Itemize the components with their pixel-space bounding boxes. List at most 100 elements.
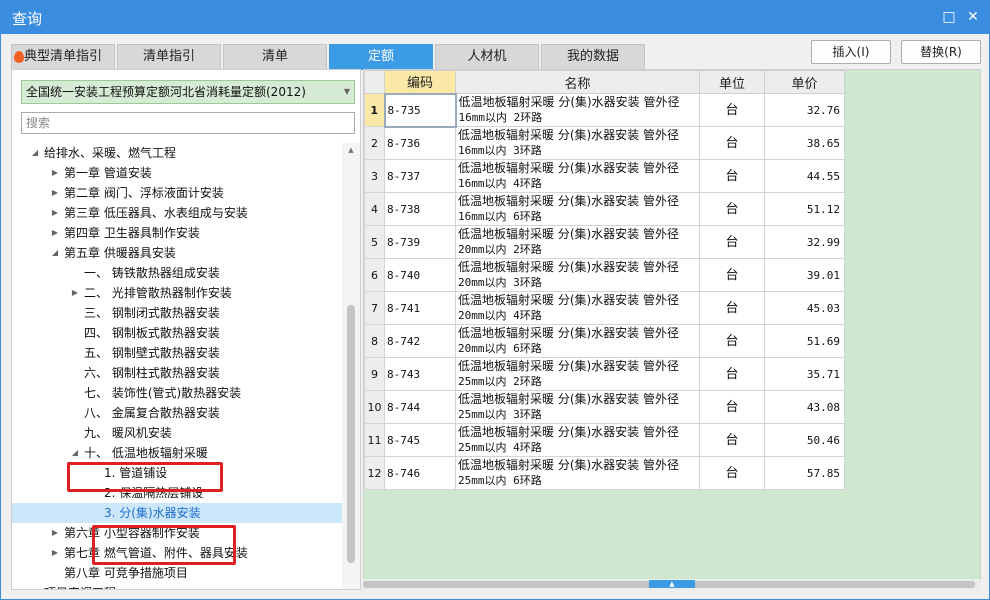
close-icon[interactable]: ✕ xyxy=(962,6,984,28)
table-row[interactable]: 2 8-736 低温地板辐射采暖 分(集)水器安装 管外径 16mm以内 3环路 台 38… xyxy=(364,126,845,160)
table-row[interactable]: 6 8-740 低温地板辐射采暖 分(集)水器安装 管外径 20mm以内 3环路 台 39… xyxy=(364,258,845,292)
tree-item[interactable]: ▶ 第四章 卫生器具制作安装 xyxy=(12,223,342,243)
insert-button[interactable]: 插入(I) xyxy=(811,40,891,64)
tree-item[interactable]: ▶ 第三章 低压器具、水表组成与安装 xyxy=(12,203,342,223)
scrollbar-thumb[interactable] xyxy=(347,305,355,563)
tree-collapse-icon[interactable]: ◢ xyxy=(49,243,61,263)
tree-expand-icon[interactable]: ▶ xyxy=(49,523,61,543)
tree-collapse-icon[interactable]: ◢ xyxy=(69,443,81,463)
table-row[interactable]: 5 8-739 低温地板辐射采暖 分(集)水器安装 管外径 20mm以内 2环路 台 32… xyxy=(364,225,845,259)
cell-price[interactable]: 45.03 xyxy=(764,291,845,325)
cell-code[interactable]: 8-743 xyxy=(384,357,456,391)
row-number[interactable]: 7 xyxy=(364,291,385,325)
cell-code[interactable]: 8-740 xyxy=(384,258,456,292)
tree-item[interactable]: ▶ 第二章 阀门、浮标液面计安装 xyxy=(12,183,342,203)
table-row[interactable]: 11 8-745 低温地板辐射采暖 分(集)水器安装 管外径 25mm以内 4环路 台 5… xyxy=(364,423,845,457)
cell-code[interactable]: 8-737 xyxy=(384,159,456,193)
replace-button[interactable]: 替换(R) xyxy=(901,40,981,64)
cell-unit[interactable]: 台 xyxy=(699,126,765,160)
cell-price[interactable]: 32.99 xyxy=(764,225,845,259)
tree-expand-icon[interactable]: ▶ xyxy=(49,223,61,243)
row-number[interactable]: 6 xyxy=(364,258,385,292)
row-number[interactable]: 9 xyxy=(364,357,385,391)
row-number[interactable]: 11 xyxy=(364,423,385,457)
tree-item[interactable]: 八、 金属复合散热器安装 xyxy=(12,403,342,423)
tree-item[interactable]: 九、 暖风机安装 xyxy=(12,423,342,443)
tree-collapse-icon[interactable]: ◢ xyxy=(29,143,41,163)
tab-bill[interactable]: 清单 xyxy=(223,44,327,70)
cell-code[interactable]: 8-742 xyxy=(384,324,456,358)
tab-bill-guide[interactable]: 清单指引 xyxy=(117,44,221,70)
table-row[interactable]: 10 8-744 低温地板辐射采暖 分(集)水器安装 管外径 25mm以内 3环路 台 4… xyxy=(364,390,845,424)
cell-price[interactable]: 35.71 xyxy=(764,357,845,391)
cell-code[interactable]: 8-744 xyxy=(384,390,456,424)
cell-unit[interactable]: 台 xyxy=(699,390,765,424)
cell-unit[interactable]: 台 xyxy=(699,258,765,292)
tree-item[interactable]: 项目安调工程 xyxy=(12,583,342,589)
cell-unit[interactable]: 台 xyxy=(699,456,765,490)
cell-price[interactable]: 38.65 xyxy=(764,126,845,160)
cell-code[interactable]: 8-746 xyxy=(384,456,456,490)
cell-price[interactable]: 32.76 xyxy=(764,93,845,127)
cell-unit[interactable]: 台 xyxy=(699,159,765,193)
tree-expand-icon[interactable]: ▶ xyxy=(69,283,81,303)
splitter-handle-icon[interactable]: ▲ xyxy=(649,580,695,588)
cell-name[interactable]: 低温地板辐射采暖 分(集)水器安装 管外径 16mm以内 2环路 xyxy=(455,93,700,127)
tree-expand-icon[interactable]: ▶ xyxy=(49,163,61,183)
tree-item[interactable]: ◢ 给排水、采暖、燃气工程 xyxy=(12,143,342,163)
cell-price[interactable]: 51.12 xyxy=(764,192,845,226)
maximize-icon[interactable]: □ xyxy=(938,6,960,28)
tree-expand-icon[interactable]: ▶ xyxy=(49,183,61,203)
tree-item[interactable]: 一、 铸铁散热器组成安装 xyxy=(12,263,342,283)
quota-library-select[interactable]: 全国统一安装工程预算定额河北省消耗量定额(2012) ▼ xyxy=(21,80,355,104)
cell-unit[interactable]: 台 xyxy=(699,291,765,325)
cell-unit[interactable]: 台 xyxy=(699,423,765,457)
tree-item[interactable]: 三、 钢制闭式散热器安装 xyxy=(12,303,342,323)
row-number[interactable]: 4 xyxy=(364,192,385,226)
row-number[interactable]: 3 xyxy=(364,159,385,193)
table-row[interactable]: 8 8-742 低温地板辐射采暖 分(集)水器安装 管外径 20mm以内 6环路 台 51… xyxy=(364,324,845,358)
tree-item[interactable]: 五、 钢制壁式散热器安装 xyxy=(12,343,342,363)
cell-name[interactable]: 低温地板辐射采暖 分(集)水器安装 管外径 16mm以内 4环路 xyxy=(455,159,700,193)
cell-unit[interactable]: 台 xyxy=(699,225,765,259)
cell-price[interactable]: 50.46 xyxy=(764,423,845,457)
cell-price[interactable]: 44.55 xyxy=(764,159,845,193)
search-input[interactable] xyxy=(21,112,355,134)
cell-code[interactable]: 8-736 xyxy=(384,126,456,160)
tree-item[interactable]: 3. 分(集)水器安装 xyxy=(12,503,342,523)
cell-name[interactable]: 低温地板辐射采暖 分(集)水器安装 管外径 25mm以内 4环路 xyxy=(455,423,700,457)
row-number[interactable]: 5 xyxy=(364,225,385,259)
tree-item[interactable]: 四、 钢制板式散热器安装 xyxy=(12,323,342,343)
row-number[interactable]: 12 xyxy=(364,456,385,490)
tree-expand-icon[interactable]: ▶ xyxy=(49,203,61,223)
scroll-up-icon[interactable]: ▲ xyxy=(342,143,360,157)
cell-name[interactable]: 低温地板辐射采暖 分(集)水器安装 管外径 20mm以内 3环路 xyxy=(455,258,700,292)
cell-unit[interactable]: 台 xyxy=(699,93,765,127)
column-header-code[interactable]: 编码 xyxy=(384,70,456,94)
cell-code[interactable]: 8-739 xyxy=(384,225,456,259)
cell-unit[interactable]: 台 xyxy=(699,192,765,226)
cell-name[interactable]: 低温地板辐射采暖 分(集)水器安装 管外径 20mm以内 4环路 xyxy=(455,291,700,325)
cell-price[interactable]: 43.08 xyxy=(764,390,845,424)
tree-expand-icon[interactable]: ▶ xyxy=(49,543,61,563)
cell-name[interactable]: 低温地板辐射采暖 分(集)水器安装 管外径 20mm以内 6环路 xyxy=(455,324,700,358)
row-number[interactable]: 8 xyxy=(364,324,385,358)
tab-my-data[interactable]: 我的数据 xyxy=(541,44,645,70)
tree-item[interactable]: ◢ 第五章 供暖器具安装 xyxy=(12,243,342,263)
cell-price[interactable]: 39.01 xyxy=(764,258,845,292)
cell-name[interactable]: 低温地板辐射采暖 分(集)水器安装 管外径 16mm以内 3环路 xyxy=(455,126,700,160)
tree-item[interactable]: 七、 装饰性(管式)散热器安装 xyxy=(12,383,342,403)
cell-unit[interactable]: 台 xyxy=(699,357,765,391)
table-row[interactable]: 1 8-735 低温地板辐射采暖 分(集)水器安装 管外径 16mm以内 2环路 台 32… xyxy=(364,92,845,128)
tree-item[interactable]: 第八章 可竞争措施项目 xyxy=(12,563,342,583)
cell-name[interactable]: 低温地板辐射采暖 分(集)水器安装 管外径 20mm以内 2环路 xyxy=(455,225,700,259)
tree-item[interactable]: ◢ 十、 低温地板辐射采暖 xyxy=(12,443,342,463)
table-row[interactable]: 9 8-743 低温地板辐射采暖 分(集)水器安装 管外径 25mm以内 2环路 台 35… xyxy=(364,357,845,391)
tree-scrollbar[interactable]: ▲ xyxy=(342,143,360,589)
tab-quota[interactable]: 定额 xyxy=(329,44,433,70)
column-header-name[interactable]: 名称 xyxy=(455,70,700,94)
cell-code[interactable]: 8-735 xyxy=(383,92,457,128)
tree-item[interactable]: ▶ 第一章 管道安装 xyxy=(12,163,342,183)
column-header-unit[interactable]: 单位 xyxy=(699,70,765,94)
cell-code[interactable]: 8-741 xyxy=(384,291,456,325)
